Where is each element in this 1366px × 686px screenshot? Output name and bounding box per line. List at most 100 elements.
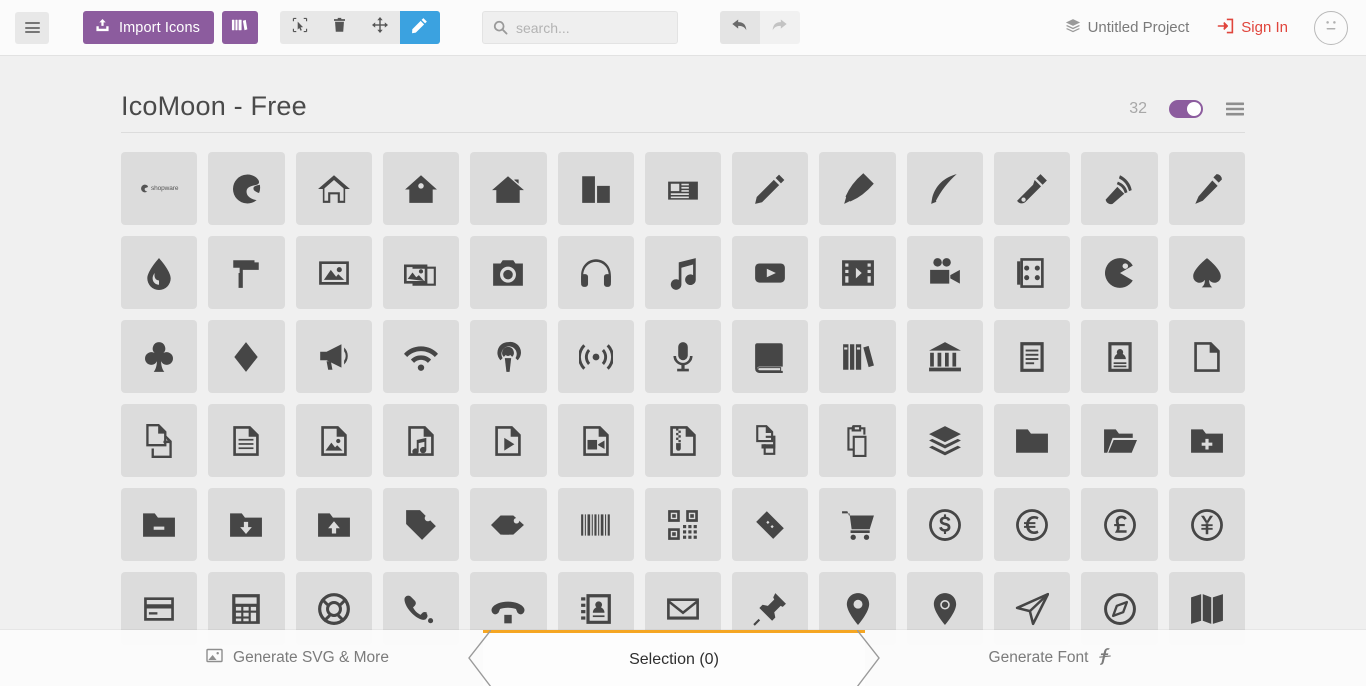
sign-in-button[interactable]: Sign In <box>1217 18 1288 38</box>
user-avatar-button[interactable] <box>1314 10 1348 45</box>
coin-euro-icon <box>1015 508 1049 542</box>
icon-tile[interactable]: shopware <box>121 152 198 225</box>
icon-tile[interactable] <box>382 152 460 225</box>
icon-tile[interactable] <box>819 404 896 477</box>
icon-tile[interactable] <box>732 320 809 393</box>
icon-tile[interactable] <box>644 404 722 477</box>
icon-tile[interactable] <box>1081 236 1158 309</box>
home-icon <box>317 172 351 206</box>
delete-tool-button[interactable] <box>320 11 360 44</box>
icon-tile[interactable] <box>295 236 372 309</box>
home3-icon <box>491 172 525 206</box>
icon-tile[interactable] <box>1168 236 1245 309</box>
folder-open-icon <box>1103 424 1137 458</box>
pen-icon <box>1015 172 1049 206</box>
search-input[interactable] <box>513 18 654 37</box>
project-button[interactable]: Untitled Project <box>1065 18 1189 38</box>
icon-tile[interactable] <box>121 320 198 393</box>
icon-tile[interactable] <box>557 488 634 561</box>
icon-tile[interactable] <box>906 488 984 561</box>
icon-tile[interactable] <box>470 320 547 393</box>
import-group: Import Icons <box>83 11 258 44</box>
icon-tile[interactable] <box>470 488 547 561</box>
icon-tile[interactable] <box>1168 404 1245 477</box>
icon-tile[interactable] <box>732 488 809 561</box>
icon-tile[interactable] <box>906 404 984 477</box>
icon-tile[interactable] <box>1081 320 1158 393</box>
redo-button[interactable] <box>759 11 800 44</box>
icon-tile[interactable] <box>1168 152 1245 225</box>
icon-tile[interactable] <box>295 320 372 393</box>
icon-tile[interactable] <box>295 152 372 225</box>
icon-tile[interactable] <box>208 152 285 225</box>
icon-tile[interactable] <box>382 236 460 309</box>
icon-tile[interactable] <box>994 152 1071 225</box>
icon-tile[interactable] <box>208 320 285 393</box>
set-menu-button[interactable] <box>1225 101 1245 117</box>
icon-tile[interactable] <box>121 488 198 561</box>
edit-tool-button[interactable] <box>399 11 440 44</box>
generate-svg-button[interactable]: Generate SVG & More <box>112 630 483 686</box>
icon-tile[interactable] <box>644 320 722 393</box>
icon-tile[interactable] <box>382 320 460 393</box>
icon-tile[interactable] <box>819 488 896 561</box>
icon-tile[interactable] <box>644 236 722 309</box>
icon-tile[interactable] <box>1081 152 1158 225</box>
icon-tile[interactable] <box>819 152 896 225</box>
icon-tile[interactable] <box>557 152 634 225</box>
selection-tab[interactable]: Selection (0) <box>468 630 880 686</box>
icon-tile[interactable] <box>557 320 634 393</box>
icon-tile[interactable] <box>382 404 460 477</box>
icon-tile[interactable] <box>208 404 285 477</box>
icon-tile[interactable] <box>557 236 634 309</box>
icon-tile[interactable] <box>819 236 896 309</box>
icon-tile[interactable] <box>470 236 547 309</box>
icon-tile[interactable] <box>906 236 984 309</box>
icon-tile[interactable] <box>470 404 547 477</box>
icon-tile[interactable] <box>1081 404 1158 477</box>
icon-tile[interactable] <box>732 236 809 309</box>
icon-tile[interactable] <box>906 320 984 393</box>
address-book-icon <box>579 592 613 626</box>
map-icon <box>1190 592 1224 626</box>
icon-tile[interactable] <box>644 152 722 225</box>
icon-tile[interactable] <box>382 488 460 561</box>
image-icon <box>317 256 351 290</box>
select-tool-button[interactable] <box>280 11 320 44</box>
neutral-face-icon <box>1320 14 1342 41</box>
set-visibility-toggle[interactable] <box>1169 100 1203 118</box>
icon-tile[interactable] <box>1168 488 1245 561</box>
icon-tile[interactable] <box>121 236 198 309</box>
icon-tile[interactable] <box>470 152 547 225</box>
icon-tile[interactable] <box>295 404 372 477</box>
move-tool-button[interactable] <box>360 11 400 44</box>
icon-tile[interactable] <box>557 404 634 477</box>
icon-tile[interactable] <box>732 404 809 477</box>
icon-tile[interactable] <box>994 404 1071 477</box>
icon-tile[interactable] <box>994 488 1071 561</box>
generate-font-button[interactable]: Generate Font <box>865 630 1236 686</box>
icomoon-app: Import Icons search... Untitled Project … <box>0 0 1366 686</box>
icon-tile[interactable] <box>208 236 285 309</box>
envelop-icon <box>666 592 700 626</box>
search-box[interactable] <box>481 11 678 44</box>
icon-tile[interactable] <box>1168 320 1245 393</box>
pacman-icon <box>1103 256 1137 290</box>
icon-tile[interactable] <box>994 320 1071 393</box>
icon-tile[interactable] <box>121 404 198 477</box>
icon-library-button[interactable] <box>221 11 258 44</box>
icon-tile[interactable] <box>732 152 809 225</box>
icon-tile[interactable] <box>1081 488 1158 561</box>
import-icons-label: Import Icons <box>119 19 200 36</box>
undo-button[interactable] <box>719 11 760 44</box>
icon-tile[interactable] <box>906 152 984 225</box>
pencil-icon <box>753 172 787 206</box>
icon-tile[interactable] <box>295 488 372 561</box>
icon-tile[interactable] <box>819 320 896 393</box>
import-icons-button[interactable]: Import Icons <box>83 11 214 44</box>
icon-tile[interactable] <box>994 236 1071 309</box>
hamburger-menu-button[interactable] <box>15 11 49 44</box>
qrcode-icon <box>666 508 700 542</box>
icon-tile[interactable] <box>208 488 285 561</box>
icon-tile[interactable] <box>644 488 722 561</box>
